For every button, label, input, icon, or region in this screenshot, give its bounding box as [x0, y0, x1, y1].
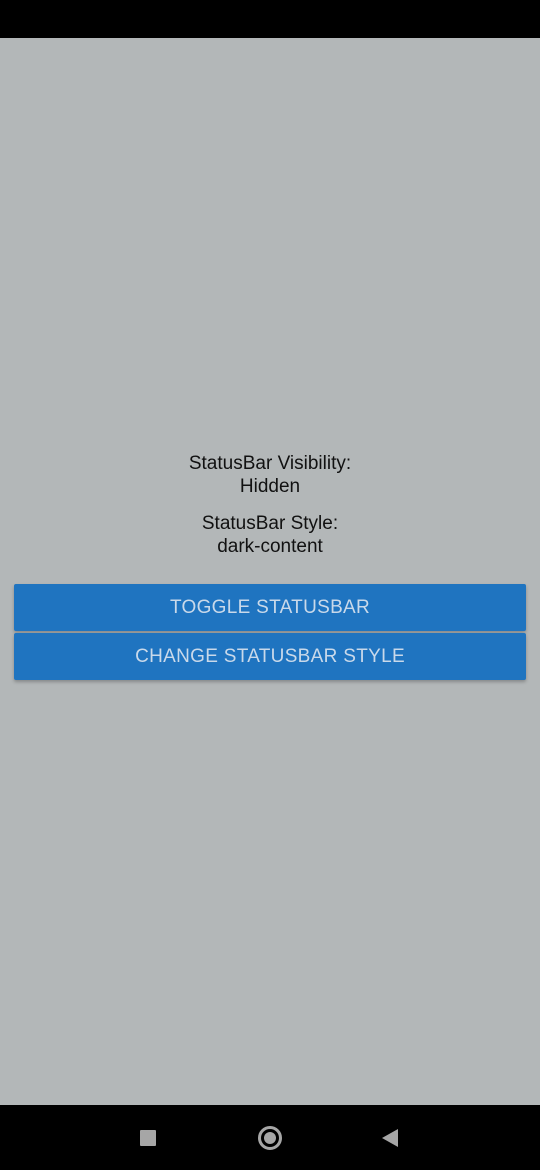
- top-system-bar: [0, 0, 540, 38]
- visibility-label: StatusBar Visibility:: [188, 453, 352, 474]
- statusbar-visibility-info: StatusBar Visibility: Hidden: [0, 452, 540, 498]
- recents-button[interactable]: [108, 1105, 188, 1170]
- app-screen: StatusBar Visibility: Hidden StatusBar S…: [0, 0, 540, 1170]
- change-statusbar-style-button[interactable]: CHANGE STATUSBAR STYLE: [14, 633, 526, 680]
- back-button[interactable]: [350, 1105, 430, 1170]
- back-icon: [382, 1128, 398, 1147]
- navigation-bar: [0, 1105, 540, 1170]
- main-content: StatusBar Visibility: Hidden StatusBar S…: [0, 38, 540, 1105]
- visibility-value: Hidden: [239, 476, 301, 497]
- style-value: dark-content: [217, 536, 323, 557]
- style-label: StatusBar Style:: [201, 513, 339, 534]
- recents-icon: [140, 1129, 156, 1146]
- home-button[interactable]: [230, 1105, 310, 1170]
- toggle-statusbar-button[interactable]: TOGGLE STATUSBAR: [14, 584, 526, 631]
- statusbar-style-info: StatusBar Style: dark-content: [0, 512, 540, 558]
- home-icon: [258, 1125, 282, 1150]
